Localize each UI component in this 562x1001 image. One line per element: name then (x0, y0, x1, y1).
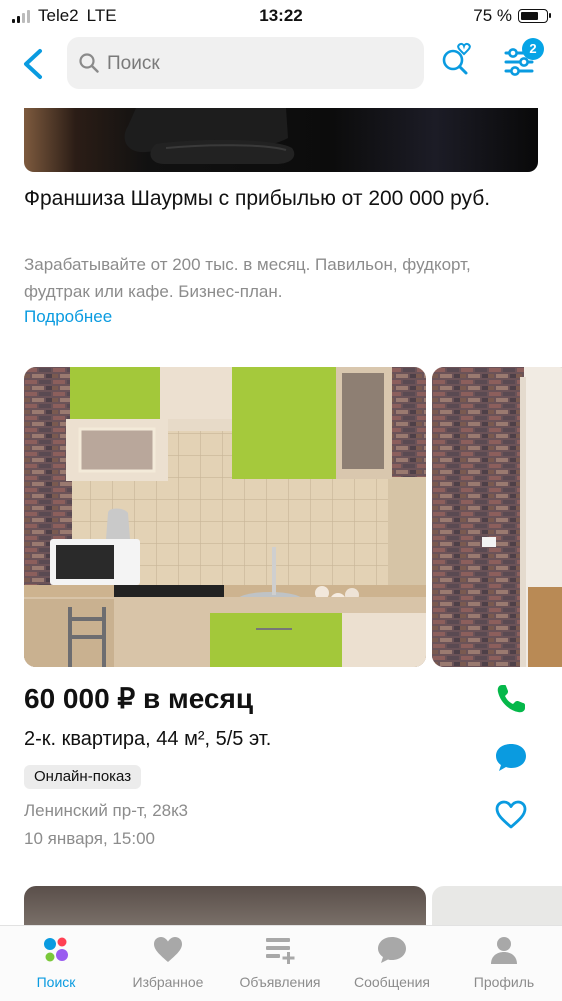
listing-address: Ленинский пр-т, 28к3 (24, 801, 189, 820)
tab-favorites[interactable]: Избранное (112, 926, 224, 1001)
search-field[interactable] (67, 37, 424, 89)
listing-price[interactable]: 60 000 ₽ в месяц (24, 682, 253, 715)
listing-photo-next[interactable] (432, 367, 562, 667)
next-listing-photo-2[interactable] (432, 886, 562, 925)
tab-search[interactable]: Поиск (0, 926, 112, 1001)
brick-wall-photo (432, 367, 562, 667)
status-right: 75 % (473, 6, 551, 26)
ad-image[interactable] (24, 108, 538, 172)
tab-profile[interactable]: Профиль (448, 926, 560, 1001)
listing-params[interactable]: 2-к. квартира, 44 м², 5/5 эт. (24, 728, 271, 751)
battery-percent: 75 % (473, 6, 512, 25)
tab-messages[interactable]: Сообщения (336, 926, 448, 1001)
search-input[interactable] (105, 47, 409, 81)
user-icon (491, 937, 517, 964)
next-listing-photo[interactable] (24, 886, 426, 925)
tab-label: Избранное (132, 974, 204, 990)
heart-icon (154, 937, 182, 962)
results-feed[interactable]: Франшиза Шаурмы с прибылью от 200 000 ру… (0, 108, 562, 925)
status-bar: Tele2 LTE 13:22 75 % (0, 0, 562, 32)
favorite-heart-icon[interactable] (494, 798, 528, 832)
tab-listings[interactable]: Объявления (224, 926, 336, 1001)
chat-icon (378, 937, 406, 963)
ad-description: Зарабатывайте от 200 тыс. в месяц. Павил… (24, 255, 471, 301)
online-view-badge: Онлайн-показ (24, 765, 142, 789)
tab-label: Поиск (36, 974, 76, 990)
ad-title[interactable]: Франшиза Шаурмы с прибылью от 200 000 ру… (24, 184, 494, 214)
tab-label: Сообщения (354, 974, 430, 990)
ad-more-link[interactable]: Подробнее (24, 307, 112, 327)
tab-label: Профиль (473, 974, 535, 990)
listing-date: 10 января, 15:00 (24, 829, 155, 848)
battery-fill (521, 12, 538, 20)
ad-photo-glove (124, 108, 295, 164)
phone-icon[interactable] (494, 682, 528, 716)
listings-icon (266, 938, 295, 964)
battery-icon (518, 9, 551, 23)
bottom-tab-bar: Поиск Избранное Объявления Сообщения Про… (0, 925, 562, 1001)
filter-count-badge: 2 (522, 38, 544, 60)
chat-bubble-icon[interactable] (494, 740, 528, 774)
search-icon (79, 53, 99, 73)
listing-photo[interactable] (24, 367, 426, 667)
back-arrow-icon[interactable] (18, 46, 48, 82)
kitchen-photo (24, 367, 426, 667)
top-bar: 2 (0, 32, 562, 96)
search-tab-icon (44, 937, 68, 962)
saved-searches-icon[interactable] (440, 42, 474, 78)
tab-label: Объявления (239, 974, 321, 990)
